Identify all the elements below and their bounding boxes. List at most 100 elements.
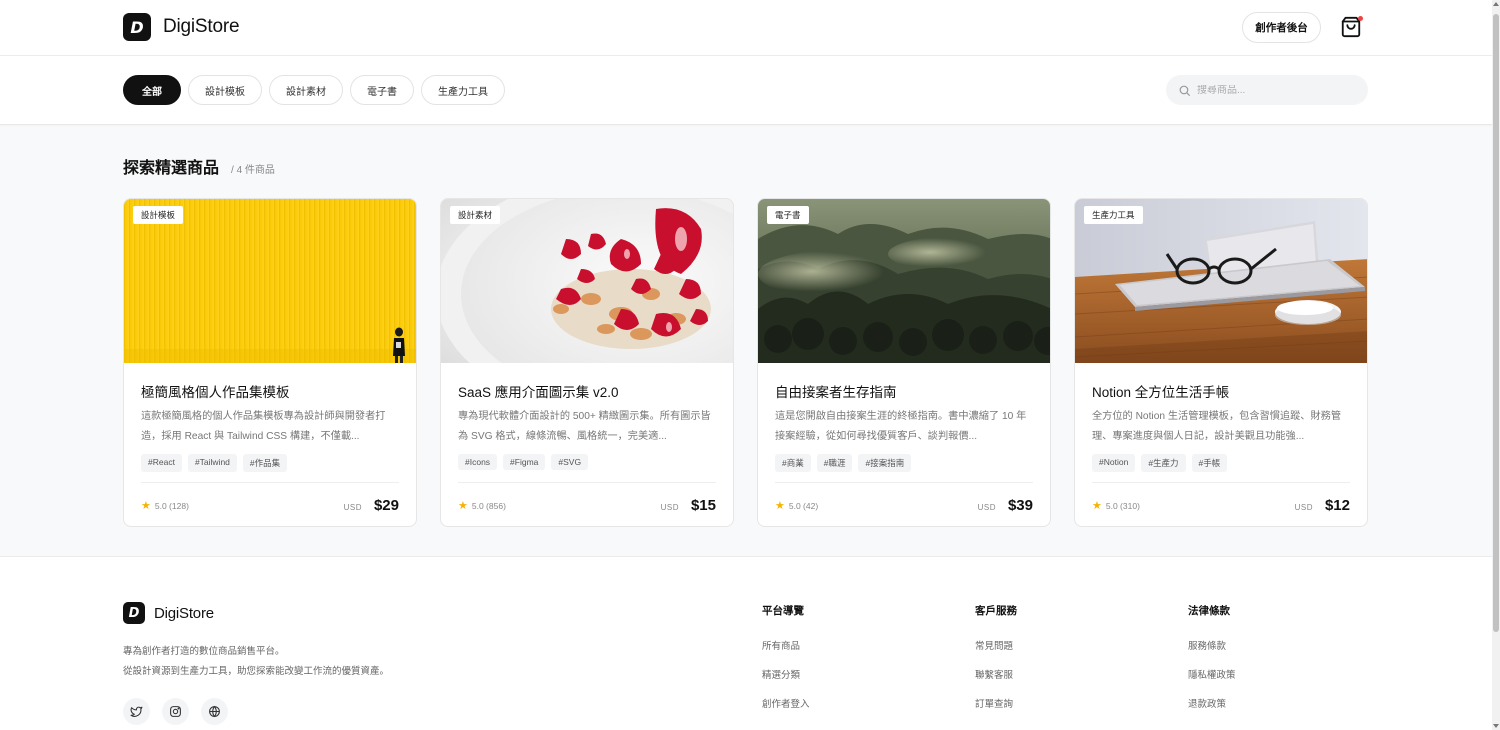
- product-price: USD $39: [978, 497, 1033, 514]
- product-grid: 設計模板 極簡風格個人作品集模板 這款極簡風格的個人作品集模板專為設計師與開發者…: [123, 198, 1368, 527]
- footer-column-legal: 法律條款 服務條款 隱私權政策 退款政策: [1188, 603, 1236, 710]
- brand-logo[interactable]: D DigiStore: [123, 13, 240, 41]
- product-price: USD $15: [661, 497, 716, 514]
- product-card[interactable]: 設計素材 SaaS 應用介面圖示集 v2.0 專為現代軟體介面設計的 500+ …: [440, 198, 734, 527]
- product-footer: ★ 5.0 (42) USD $39: [775, 482, 1033, 526]
- search-box[interactable]: [1166, 75, 1368, 105]
- rating-text: 5.0 (856): [471, 500, 506, 511]
- price-value: $39: [1007, 497, 1033, 514]
- social-links: [123, 698, 228, 725]
- product-image-misty-forest: 電子書: [758, 199, 1050, 363]
- product-image-laptop-desk: 生產力工具: [1075, 199, 1367, 363]
- filter-chip-productivity[interactable]: 生產力工具: [421, 75, 505, 105]
- scrollbar-thumb[interactable]: [1493, 14, 1499, 632]
- twitter-link[interactable]: [123, 698, 150, 725]
- footer-desc-line: 專為創作者打造的數位商品銷售平台。: [123, 646, 285, 657]
- product-title: 自由接案者生存指南: [775, 385, 897, 400]
- instagram-icon: [170, 706, 181, 717]
- page-scrollbar[interactable]: [1492, 0, 1500, 730]
- star-icon: ★: [141, 500, 151, 512]
- site-footer: D DigiStore 專為創作者打造的數位商品銷售平台。 從設計資源到生產力工…: [0, 556, 1492, 730]
- category-filters: 全部 設計模板 設計素材 電子書 生產力工具: [123, 75, 505, 105]
- star-icon: ★: [1092, 500, 1102, 512]
- currency-label: USD: [343, 503, 362, 512]
- footer-link-all-products[interactable]: 所有商品: [762, 638, 810, 652]
- creator-dashboard-button[interactable]: 創作者後台: [1242, 12, 1321, 43]
- product-tag: #Figma: [503, 454, 546, 470]
- star-icon: ★: [458, 500, 468, 512]
- scroll-down-arrow-icon[interactable]: [1493, 724, 1499, 728]
- footer-link-refund[interactable]: 退款政策: [1188, 696, 1236, 710]
- product-count: / 4 件商品: [231, 165, 275, 176]
- footer-desc-line: 從設計資源到生產力工具，助您探索能改變工作流的優質資產。: [123, 666, 390, 677]
- search-input[interactable]: [1197, 84, 1357, 96]
- product-rating: ★ 5.0 (128): [141, 499, 189, 512]
- twitter-icon: [130, 706, 143, 717]
- footer-link-order-lookup[interactable]: 訂單查詢: [975, 696, 1017, 710]
- footer-column-title: 法律條款: [1188, 605, 1230, 617]
- product-card[interactable]: 生產力工具 Notion 全方位生活手帳 全方位的 Notion 生活管理模板，…: [1074, 198, 1368, 527]
- instagram-link[interactable]: [162, 698, 189, 725]
- product-description: 全方位的 Notion 生活管理模板，包含習慣追蹤、財務管理、專案進度與個人日記…: [1092, 411, 1342, 442]
- product-rating: ★ 5.0 (310): [1092, 499, 1140, 512]
- product-footer: ★ 5.0 (128) USD $29: [141, 482, 399, 526]
- product-tag: #商業: [775, 454, 811, 472]
- filter-chip-design-assets[interactable]: 設計素材: [269, 75, 343, 105]
- filter-chip-ebooks[interactable]: 電子書: [350, 75, 414, 105]
- footer-link-terms[interactable]: 服務條款: [1188, 638, 1236, 652]
- currency-label: USD: [1294, 503, 1313, 512]
- product-tag: #職涯: [816, 454, 853, 472]
- section-title: 探索精選商品: [123, 160, 220, 177]
- footer-brand-logo[interactable]: D DigiStore: [123, 602, 214, 624]
- product-tag: #手帳: [1191, 454, 1228, 472]
- currency-label: USD: [977, 503, 996, 512]
- product-title: 極簡風格個人作品集模板: [141, 385, 290, 400]
- product-tag: #作品集: [242, 454, 288, 472]
- product-rating: ★ 5.0 (856): [458, 499, 506, 512]
- footer-link-creator-login[interactable]: 創作者登入: [762, 696, 810, 710]
- website-link[interactable]: [201, 698, 228, 725]
- product-tags: #React #Tailwind #作品集: [141, 454, 399, 472]
- footer-column-support: 客戶服務 常見問題 聯繫客服 訂單查詢: [975, 603, 1017, 710]
- search-icon: [1179, 85, 1190, 96]
- footer-link-faq[interactable]: 常見問題: [975, 638, 1017, 652]
- product-category-badge: 電子書: [767, 206, 809, 224]
- product-tag: #React: [141, 454, 182, 472]
- brand-name: DigiStore: [163, 16, 240, 37]
- product-card[interactable]: 電子書 自由接案者生存指南 這是您開啟自由接案生涯的終極指南。書中濃縮了 10 …: [757, 198, 1051, 527]
- scroll-up-arrow-icon[interactable]: [1493, 2, 1499, 6]
- product-description: 這是您開啟自由接案生涯的終極指南。書中濃縮了 10 年接案經驗，從如何尋找優質客…: [775, 411, 1027, 442]
- footer-column-platform: 平台導覽 所有商品 精選分類 創作者登入: [762, 603, 810, 710]
- filter-bar: 全部 設計模板 設計素材 電子書 生產力工具: [0, 56, 1492, 125]
- footer-brand-name: DigiStore: [154, 604, 214, 622]
- product-footer: ★ 5.0 (310) USD $12: [1092, 482, 1350, 526]
- product-category-badge: 生產力工具: [1084, 206, 1143, 224]
- product-price: USD $29: [344, 497, 399, 514]
- globe-icon: [209, 705, 220, 718]
- product-description: 這款極簡風格的個人作品集模板專為設計師與開發者打造，採用 React 與 Tai…: [141, 411, 386, 442]
- product-rating: ★ 5.0 (42): [775, 499, 818, 512]
- product-category-badge: 設計模板: [133, 206, 184, 224]
- filter-chip-all[interactable]: 全部: [123, 75, 181, 105]
- product-tag: #生產力: [1141, 454, 1186, 472]
- rating-text: 5.0 (128): [154, 500, 189, 511]
- footer-link-featured[interactable]: 精選分類: [762, 667, 810, 681]
- product-tag: #Tailwind: [187, 454, 237, 472]
- product-card[interactable]: 設計模板 極簡風格個人作品集模板 這款極簡風格的個人作品集模板專為設計師與開發者…: [123, 198, 417, 527]
- filter-chip-design-templates[interactable]: 設計模板: [188, 75, 262, 105]
- price-value: $12: [1324, 497, 1350, 514]
- section-header: 探索精選商品 / 4 件商品: [123, 154, 275, 178]
- footer-link-contact[interactable]: 聯繫客服: [975, 667, 1017, 681]
- footer-column-title: 平台導覽: [762, 605, 804, 617]
- product-tags: #商業 #職涯 #接案指南: [775, 454, 1033, 472]
- price-value: $29: [373, 497, 399, 514]
- product-tag: #Icons: [458, 454, 498, 470]
- product-title: SaaS 應用介面圖示集 v2.0: [458, 385, 619, 400]
- rating-text: 5.0 (42): [788, 500, 819, 511]
- rating-text: 5.0 (310): [1105, 500, 1140, 511]
- footer-column-title: 客戶服務: [975, 605, 1017, 617]
- cart-button[interactable]: [1340, 16, 1364, 40]
- footer-logo-mark: D: [123, 602, 145, 624]
- footer-link-privacy[interactable]: 隱私權政策: [1188, 667, 1236, 681]
- site-header: D DigiStore 創作者後台: [0, 0, 1492, 56]
